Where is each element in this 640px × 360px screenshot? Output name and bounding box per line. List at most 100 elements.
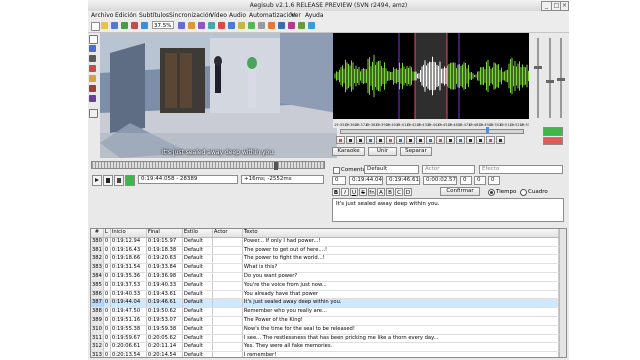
menu-audio[interactable]: Audio [229,12,246,19]
table-row[interactable]: 387 0 0:19:44.04 0:19:46.61 Default It's just… [91,298,559,309]
close-button[interactable]: × [560,1,569,11]
properties-icon[interactable] [198,22,205,29]
zoom-in-icon[interactable] [141,22,148,29]
play-button[interactable] [92,175,102,186]
commit-timing-button[interactable] [456,136,465,144]
auto-scroll-button[interactable] [496,136,505,144]
zoom-combo[interactable]: 37.5% [152,21,174,29]
menu-ver[interactable]: Ver [291,12,301,19]
audio-scroll-thumb[interactable] [486,127,489,133]
attachments-icon[interactable] [208,22,215,29]
table-row[interactable]: 313 0 0:20:13.54 0:20:14.54 Default I remembe… [91,351,559,357]
play-500ms-after-button[interactable] [396,136,405,144]
spellcheck-icon[interactable] [268,22,275,29]
join-button[interactable]: Unir [368,147,397,156]
margin-left-field[interactable]: 0 [460,176,472,185]
table-row[interactable]: 382 0 0:19:18.66 0:19:20.63 Default The power… [91,254,559,265]
play-first-500ms-button[interactable] [406,136,415,144]
clip-icon[interactable] [89,85,96,92]
audio-zoom-slider[interactable] [537,38,539,118]
play-line-button[interactable] [103,175,113,186]
grid-vertical-scrollbar[interactable] [559,229,566,357]
start-time-field[interactable]: 0:19:44.04 [349,176,383,185]
grid-header-end[interactable]: Final [146,229,183,238]
video-time-field[interactable]: 0:19:44.058 - 28389 [138,175,238,184]
grid-header-layer[interactable]: L [103,229,111,238]
prev-line-button[interactable] [336,136,345,144]
table-row[interactable]: 383 0 0:19:31.54 0:19:33.84 Default What is t… [91,263,559,273]
table-row[interactable]: 310 0 0:19:55.38 0:19:59.38 Default Now's the… [91,325,559,335]
vector-clip-icon[interactable] [89,95,96,102]
visual-typesetting-icon[interactable] [298,22,305,29]
play-last-500ms-button[interactable] [416,136,425,144]
frame-radio[interactable] [520,189,527,196]
play-line-button[interactable] [356,136,365,144]
grid-header-text[interactable]: Texto [242,229,559,238]
grid-header-style[interactable]: Estilo [182,229,213,238]
audio-display[interactable]: 19:35.0 19:36.0 19:37.0 19:38.0 19:39.0 19:40… [333,33,529,128]
save-icon[interactable] [111,22,118,29]
styles-icon[interactable] [188,22,195,29]
layer-field[interactable]: 0 [332,176,346,185]
stop-button[interactable] [366,136,375,144]
help-icon[interactable] [308,22,315,29]
automation-icon[interactable] [228,22,235,29]
duration-field[interactable]: 0:00:02.57 [423,176,457,185]
video-display[interactable]: It's just sealed away deep within you. [100,33,337,158]
confirm-button[interactable]: Confirmar [440,187,480,196]
end-time-field[interactable]: 0:19:46.61 [386,176,420,185]
outline-color-button[interactable]: C [395,188,403,196]
style-select[interactable]: Default [364,165,419,174]
menu-sincronizacion[interactable]: Sincronización [169,12,212,19]
translation-icon[interactable] [238,22,245,29]
italic-button[interactable]: I [341,188,349,196]
rotate-xy-icon[interactable] [89,65,96,72]
shift-icon[interactable] [288,22,295,29]
effect-input[interactable]: Efecto [479,165,563,174]
autoscroll-toggle[interactable] [125,175,135,186]
menu-archivo[interactable]: Archivo [91,12,113,19]
fonts-icon[interactable] [218,22,225,29]
next-line-button[interactable] [376,136,385,144]
underline-button[interactable]: U [350,188,358,196]
video-seek-slider[interactable] [91,161,325,169]
audio-volume-knob[interactable] [546,80,554,83]
table-row[interactable]: 381 0 0:19:16.43 0:19:18.38 Default The power… [91,246,559,256]
video-seek-thumb[interactable] [274,162,278,170]
margin-right-field[interactable]: 0 [474,176,486,185]
margin-vertical-field[interactable]: 0 [488,176,500,185]
table-row[interactable]: 385 0 0:19:37.53 0:19:40.33 Default You're th… [91,281,559,291]
add-lead-in-button[interactable] [436,136,445,144]
menu-automatizacion[interactable]: Automatización [249,12,296,19]
table-row[interactable]: 389 0 0:19:51.16 0:19:53.07 Default The Power… [91,316,559,326]
stop-button[interactable] [114,175,124,186]
table-row[interactable]: 388 0 0:19:47.50 0:19:50.62 Default Remember … [91,307,559,317]
menu-video[interactable]: Vídeo [210,12,227,19]
audio-revert-button[interactable] [543,137,563,145]
split-button[interactable]: Separar [400,147,432,156]
strikeout-button[interactable]: S [359,188,367,196]
grid-header-start[interactable]: Inicio [110,229,147,238]
new-file-icon[interactable] [91,22,100,31]
jump-icon[interactable] [178,22,185,29]
table-row[interactable]: 386 0 0:19:40.33 0:19:43.61 Default You alrea… [91,290,559,300]
menu-subtitulos[interactable]: Subtítulos [139,12,169,19]
primary-color-button[interactable]: A [377,188,385,196]
go-to-selection-button[interactable] [466,136,475,144]
scale-icon[interactable] [89,75,96,82]
play-500ms-before-button[interactable] [386,136,395,144]
grid-header-number[interactable]: # [91,229,104,238]
audio-horizontal-scrollbar[interactable] [340,129,524,134]
rotate-z-icon[interactable] [89,55,96,62]
secondary-color-button[interactable]: B [386,188,394,196]
kanji-icon[interactable] [278,22,285,29]
auto-commit-button[interactable] [476,136,485,144]
cursor-icon[interactable] [89,35,98,44]
actor-input[interactable]: Actor [422,165,475,174]
video-open-icon[interactable] [121,22,128,29]
comment-checkbox[interactable] [333,167,340,174]
move-icon[interactable] [89,45,96,52]
add-lead-out-button[interactable] [446,136,455,144]
table-row[interactable]: 311 0 0:19:59.67 0:20:05.62 Default I see... … [91,334,559,344]
subtitles-grid[interactable]: # L Inicio Final Estilo Actor Texto 380 0… [90,228,567,358]
